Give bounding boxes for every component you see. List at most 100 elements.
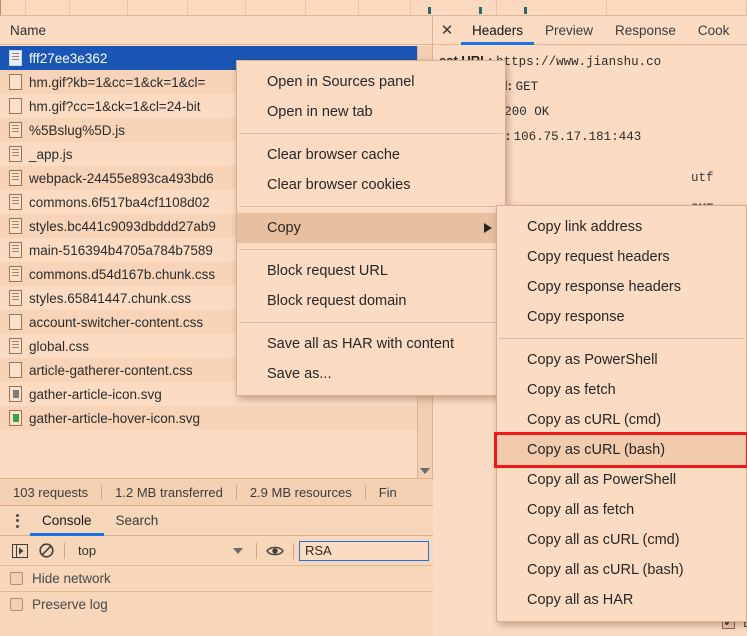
filter-cell[interactable] [497, 0, 607, 15]
menu-item[interactable]: Copy as PowerShell [497, 345, 746, 375]
status-item: 103 requests [13, 484, 89, 500]
blank-icon [9, 74, 22, 90]
script-icon [9, 122, 22, 138]
menu-item-label: Clear browser cache [267, 147, 400, 163]
menu-item[interactable]: Copy all as HAR [497, 585, 746, 615]
menu-item-label: Block request domain [267, 293, 407, 309]
menu-item-label: Copy all as PowerShell [527, 472, 677, 488]
submenu-arrow-icon [484, 223, 492, 233]
filter-cell[interactable] [0, 0, 26, 15]
tab-headers[interactable]: Headers [461, 16, 535, 45]
option-preserve-log[interactable]: Preserve log [0, 592, 433, 617]
stylesheet-icon [9, 290, 22, 306]
general-value: 200 OK [504, 105, 550, 119]
menu-item[interactable]: Save all as HAR with content [237, 329, 505, 359]
menu-item-label: Block request URL [267, 263, 388, 279]
menu-item[interactable]: Copy [237, 213, 505, 243]
menu-item-label: Copy as cURL (bash) [527, 442, 666, 458]
script-icon [9, 218, 22, 234]
request-name: _app.js [29, 146, 73, 162]
menu-item[interactable]: Copy as cURL (cmd) [497, 405, 746, 435]
column-header-name[interactable]: Name [0, 16, 432, 45]
filter-cell[interactable] [306, 0, 359, 15]
tab-console[interactable]: Console [30, 506, 104, 536]
request-name: styles.bc441c9093dbddd27ab9 [29, 218, 216, 234]
stylesheet-icon [9, 338, 22, 354]
menu-item[interactable]: Copy response [497, 302, 746, 332]
status-item: 1.2 MB transferred [115, 484, 223, 500]
menu-item-label: Copy as fetch [527, 382, 616, 398]
filter-cell[interactable] [359, 0, 411, 15]
menu-item[interactable]: Copy all as PowerShell [497, 465, 746, 495]
console-filter-input[interactable]: RSA [299, 540, 429, 561]
menu-item[interactable]: Block request URL [237, 256, 505, 286]
toolbar-divider [293, 542, 294, 559]
filter-cell[interactable] [26, 0, 70, 15]
menu-item[interactable]: Copy as cURL (bash) [494, 432, 747, 468]
menu-item-label: Copy all as fetch [527, 502, 635, 518]
blank-icon [9, 362, 22, 378]
filter-cell[interactable] [188, 0, 246, 15]
image-icon [9, 386, 22, 402]
execution-context-selector[interactable]: top [70, 543, 251, 558]
menu-item[interactable]: Save as... [237, 359, 505, 389]
toolbar-divider [256, 542, 257, 559]
menu-item[interactable]: Copy all as fetch [497, 495, 746, 525]
general-value: 106.75.17.181:443 [513, 130, 642, 144]
option-label: Hide network [32, 571, 111, 586]
status-item: 2.9 MB resources [249, 484, 352, 500]
menu-separator [239, 249, 503, 250]
kebab-menu-icon[interactable] [4, 513, 30, 528]
text-stub [428, 7, 431, 14]
tab-search[interactable]: Search [104, 506, 171, 536]
execution-context-value: top [78, 543, 97, 558]
script-icon [9, 170, 22, 186]
request-name: webpack-24455e893ca493bd6 [29, 170, 214, 186]
menu-item-label: Clear browser cookies [267, 177, 411, 193]
checkbox[interactable] [10, 572, 23, 585]
context-submenu-copy[interactable]: Copy link address Copy request headers Cop… [494, 205, 747, 622]
menu-item[interactable]: Open in Sources panel [237, 67, 505, 97]
request-name: hm.gif?cc=1&ck=1&cl=24-bit [29, 98, 201, 114]
menu-separator [239, 322, 503, 323]
filter-cell[interactable] [411, 0, 497, 15]
tab-response[interactable]: Response [604, 16, 687, 45]
filter-cell[interactable] [607, 0, 747, 15]
text-stub [479, 7, 482, 14]
tab-preview[interactable]: Preview [534, 16, 604, 45]
menu-item[interactable]: Copy all as cURL (bash) [497, 555, 746, 585]
request-name: %5Bslug%5D.js [29, 122, 126, 138]
menu-item-label: Copy link address [527, 219, 643, 235]
menu-item[interactable]: Copy as fetch [497, 375, 746, 405]
tab-cookies[interactable]: Cook [687, 16, 741, 45]
menu-item[interactable]: Clear browser cache [237, 140, 505, 170]
checkbox[interactable] [10, 598, 23, 611]
menu-item[interactable]: Copy response headers [497, 272, 746, 302]
menu-item[interactable]: Copy all as cURL (cmd) [497, 525, 746, 555]
menu-item-label: Copy all as cURL (cmd) [527, 532, 680, 548]
request-name: commons.d54d167b.chunk.css [29, 266, 216, 282]
network-request-row[interactable]: gather-article-hover-icon.svg [0, 406, 432, 430]
show-console-sidebar-icon[interactable] [7, 540, 33, 562]
menu-item[interactable]: Copy request headers [497, 242, 746, 272]
request-name: article-gatherer-content.css [29, 362, 193, 378]
menu-item-label: Copy response headers [527, 279, 681, 295]
filter-cell[interactable] [246, 0, 306, 15]
status-item: Fin [378, 484, 397, 500]
context-menu-request[interactable]: Open in Sources panel Open in new tab Clea… [236, 60, 506, 396]
menu-item-label: Copy all as cURL (bash) [527, 562, 684, 578]
network-filter-strip [0, 0, 747, 16]
filter-cell[interactable] [128, 0, 188, 15]
scrollbar-down-arrow[interactable] [418, 463, 432, 478]
close-icon[interactable]: ✕ [433, 16, 461, 45]
menu-item[interactable]: Clear browser cookies [237, 170, 505, 200]
menu-item[interactable]: Copy link address [497, 212, 746, 242]
menu-item[interactable]: Open in new tab [237, 97, 505, 127]
menu-item[interactable]: Block request domain [237, 286, 505, 316]
option-hide-network[interactable]: Hide network [0, 566, 433, 591]
clear-console-icon[interactable] [33, 540, 59, 562]
filter-cell[interactable] [70, 0, 128, 15]
menu-item-label: Copy [267, 220, 301, 236]
live-expression-eye-icon[interactable] [262, 540, 288, 562]
drawer-tab-bar: Console Search [0, 506, 433, 536]
